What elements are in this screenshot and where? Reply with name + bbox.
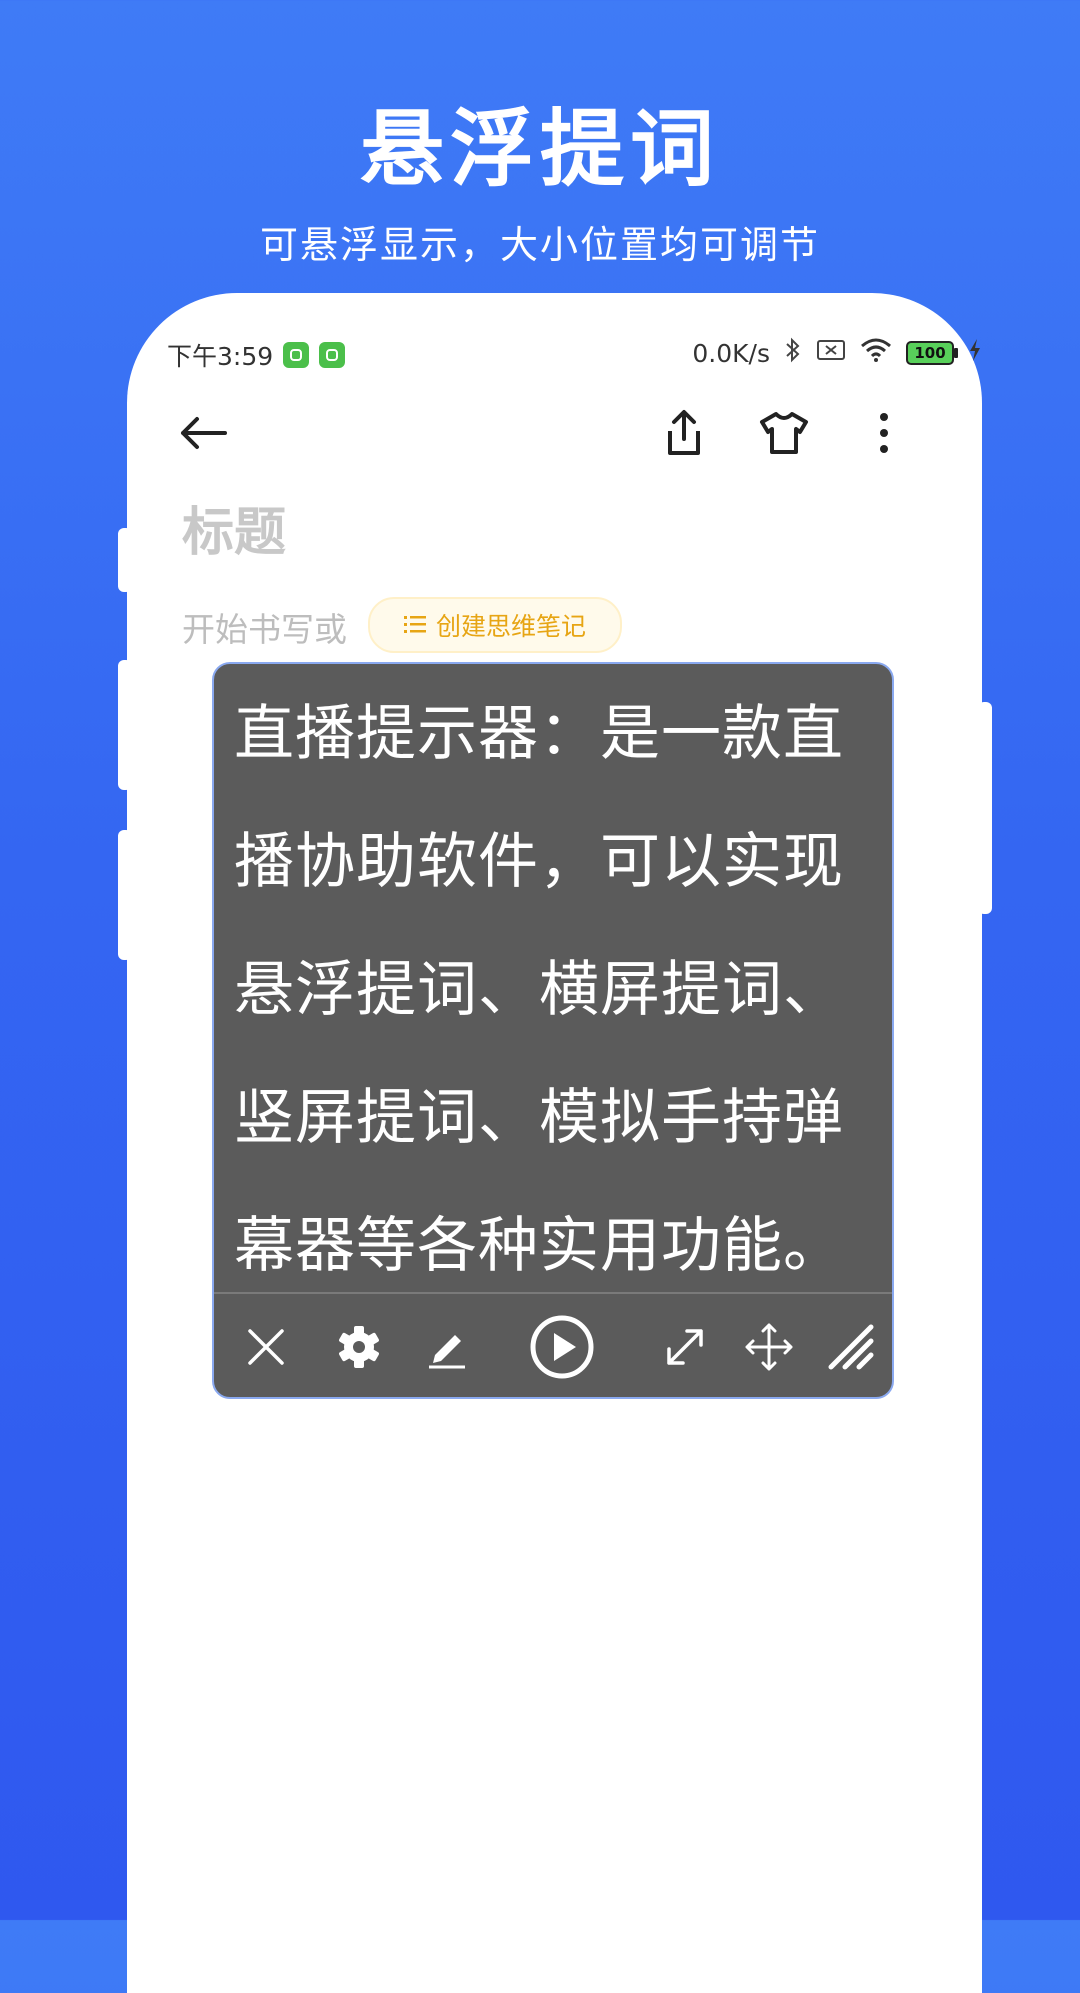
list-icon <box>403 616 426 633</box>
edit-pencil-icon <box>429 1335 465 1369</box>
status-bar: 下午3:59 0.0K/s 100 <box>167 337 982 371</box>
phone-volume-button <box>118 528 132 592</box>
share-icon <box>668 410 700 455</box>
move-icon <box>745 1323 793 1371</box>
create-mind-note-button[interactable]: 创建思维笔记 <box>368 597 622 653</box>
close-icon <box>248 1329 284 1365</box>
note-body-hint[interactable]: 开始书写或 <box>182 603 347 651</box>
floating-prompter-window[interactable]: 直播提示器：是一款直播协助软件，可以实现悬浮提词、横屏提词、竖屏提词、模拟手持弹… <box>212 662 894 1399</box>
play-icon <box>530 1315 594 1379</box>
edit-button[interactable] <box>412 1312 482 1382</box>
expand-icon <box>667 1329 703 1365</box>
prompter-controls <box>214 1294 892 1397</box>
fullscreen-button[interactable] <box>650 1312 720 1382</box>
back-button[interactable] <box>174 403 234 463</box>
theme-button[interactable] <box>754 403 814 463</box>
share-button[interactable] <box>654 403 714 463</box>
network-speed: 0.0K/s <box>692 338 770 368</box>
bluetooth-icon <box>784 337 802 369</box>
resize-handle[interactable] <box>816 1312 886 1382</box>
battery-icon: 100 <box>906 341 958 365</box>
promo-subtitle: 可悬浮显示，大小位置均可调节 <box>259 223 820 267</box>
app-notification-icon <box>283 342 310 368</box>
close-button[interactable] <box>231 1312 301 1382</box>
more-button[interactable] <box>854 403 914 463</box>
create-mind-note-label: 创建思维笔记 <box>435 612 586 641</box>
wifi-icon <box>860 337 892 369</box>
promo-title: 悬浮提词 <box>359 100 720 198</box>
resize-handle-icon <box>828 1324 874 1370</box>
play-button[interactable] <box>519 1304 605 1390</box>
phone-power-button <box>978 702 992 914</box>
back-arrow-icon <box>181 417 227 449</box>
phone-volume-up-button <box>118 660 132 790</box>
move-button[interactable] <box>734 1312 804 1382</box>
no-sim-icon <box>816 338 846 368</box>
phone-volume-down-button <box>118 830 132 960</box>
status-time: 下午3:59 <box>167 342 274 371</box>
more-vertical-icon <box>880 413 888 453</box>
settings-gear-icon <box>339 1326 379 1368</box>
prompter-text: 直播提示器：是一款直播协助软件，可以实现悬浮提词、横屏提词、竖屏提词、模拟手持弹… <box>234 699 844 1281</box>
note-title-input[interactable]: 标题 <box>182 490 286 565</box>
tshirt-icon <box>760 412 808 454</box>
settings-button[interactable] <box>324 1312 394 1382</box>
app-notification-icon <box>319 342 346 368</box>
charging-icon <box>968 338 982 368</box>
